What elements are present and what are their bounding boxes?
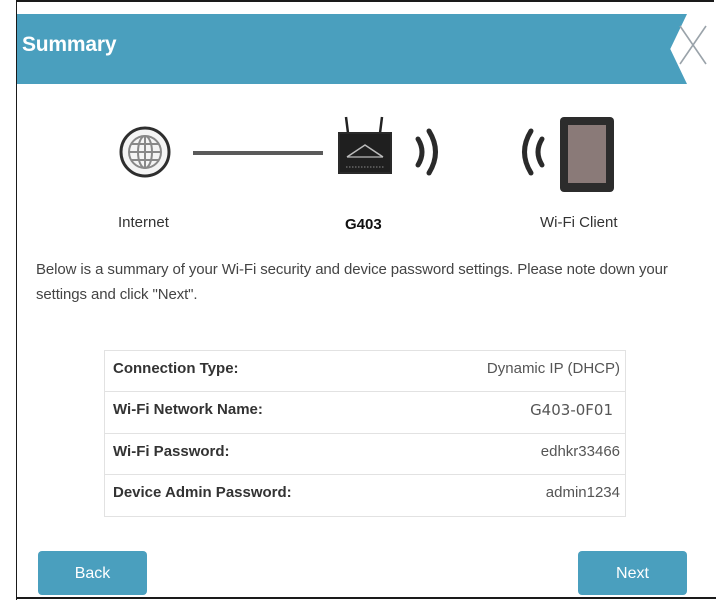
row-key: Connection Type:: [113, 360, 239, 377]
router-label: G403: [345, 216, 382, 233]
row-key: Wi-Fi Password:: [113, 443, 230, 460]
back-button[interactable]: Back: [38, 551, 147, 595]
row-value: G403-0F01: [530, 401, 613, 419]
topology-graphics: [119, 116, 614, 192]
page-title: Summary: [22, 33, 117, 56]
row-value: edhkr33466: [540, 443, 620, 460]
tablet-icon: [560, 117, 614, 192]
close-icon[interactable]: [676, 20, 710, 70]
wifi-signal-icon: [522, 128, 545, 176]
router-icon: [338, 116, 392, 174]
summary-description: Below is a summary of your Wi-Fi securit…: [36, 261, 668, 303]
globe-icon: [119, 126, 171, 178]
summary-table: Connection Type: Dynamic IP (DHCP) Wi-Fi…: [104, 350, 626, 517]
internet-label: Internet: [118, 214, 169, 231]
next-button[interactable]: Next: [578, 551, 687, 595]
row-value: Dynamic IP (DHCP): [486, 360, 620, 377]
row-key: Device Admin Password:: [113, 484, 292, 501]
row-key: Wi-Fi Network Name:: [113, 401, 263, 418]
table-row: Connection Type: Dynamic IP (DHCP): [105, 351, 625, 391]
table-row: Device Admin Password: admin1234: [105, 474, 625, 515]
row-value: admin1234: [545, 484, 620, 501]
frame-bottom-border: [16, 597, 716, 599]
client-label: Wi-Fi Client: [540, 214, 618, 231]
wifi-signal-icon: [415, 128, 438, 176]
topology-diagram: [0, 105, 717, 205]
table-row: Wi-Fi Network Name: G403-0F01: [105, 391, 625, 432]
header-bar: [17, 14, 687, 84]
table-row: Wi-Fi Password: edhkr33466: [105, 433, 625, 474]
